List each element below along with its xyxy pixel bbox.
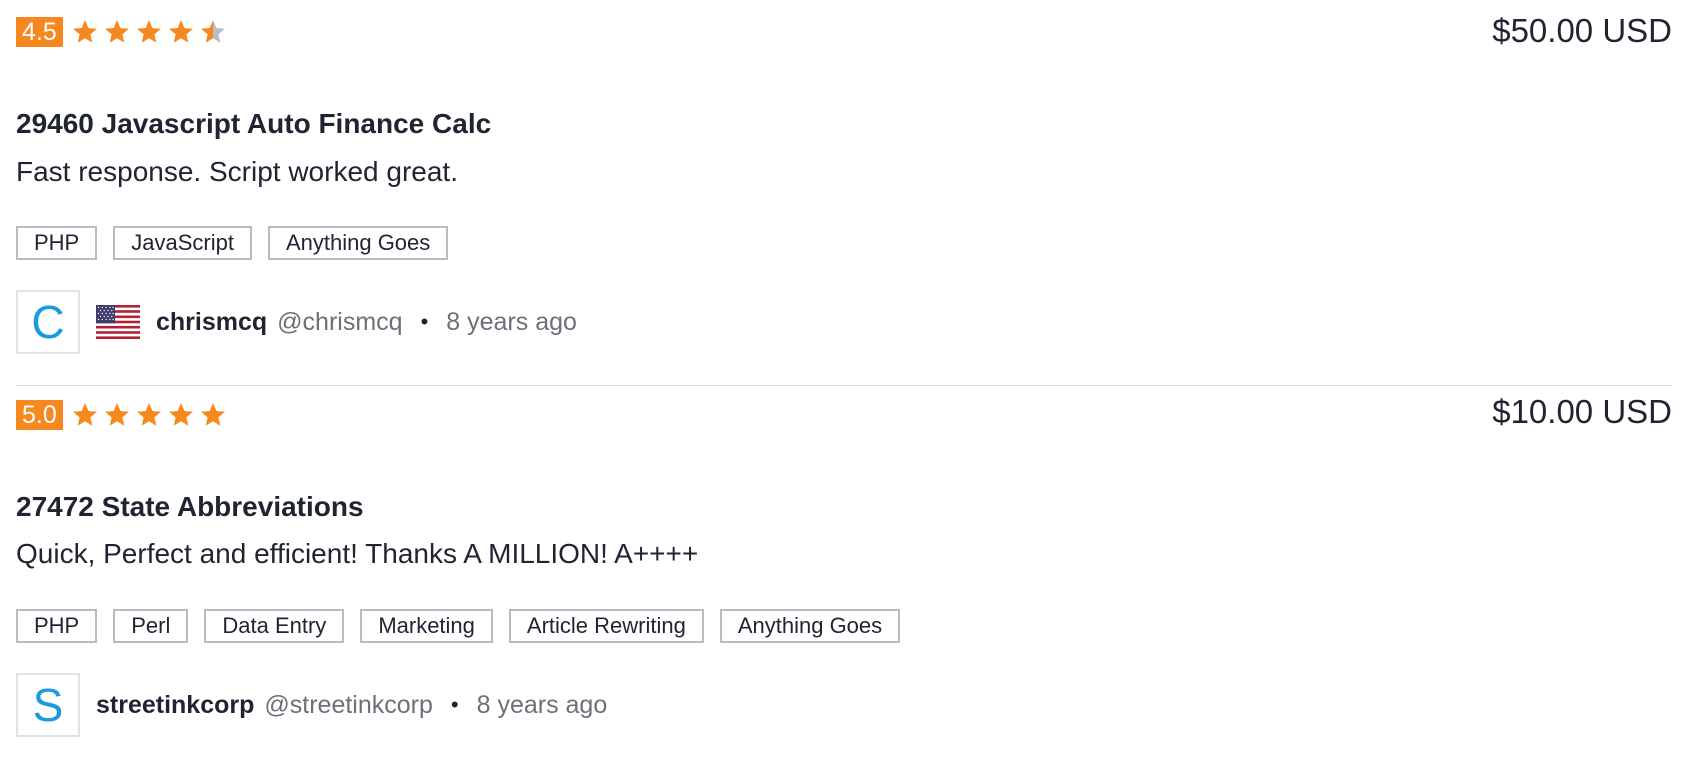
- reviewer-handle: @streetinkcorp: [264, 690, 433, 719]
- star-full-icon: [136, 403, 161, 426]
- review-item: 5.0 $10.00 USD 27472 State Abbreviations…: [16, 387, 1672, 772]
- separator-dot: •: [450, 692, 459, 717]
- avatar[interactable]: C: [16, 290, 80, 354]
- star-half-icon: [200, 20, 225, 43]
- project-title: 29460 Javascript Auto Finance Calc: [16, 108, 492, 139]
- review-price: $50.00 USD: [1492, 12, 1672, 49]
- star-full-icon: [168, 20, 193, 43]
- star-rating: [71, 401, 227, 429]
- reviewer-info: S streetinkcorp @streetinkcorp • 8 years…: [16, 673, 607, 737]
- skill-tags: PHP JavaScript Anything Goes: [16, 226, 449, 260]
- star-full-icon: [104, 20, 129, 43]
- skill-tag[interactable]: Article Rewriting: [508, 609, 704, 643]
- skill-tag[interactable]: JavaScript: [113, 226, 252, 260]
- star-full-icon: [200, 403, 225, 426]
- star-rating: [71, 18, 227, 46]
- skill-tag[interactable]: Anything Goes: [719, 609, 901, 643]
- review-time: 8 years ago: [446, 307, 577, 336]
- skill-tag[interactable]: Anything Goes: [267, 226, 449, 260]
- avatar[interactable]: S: [16, 673, 80, 737]
- review-item: 4.5 $50.00 USD 29460 Javascript Auto Fin…: [16, 0, 1672, 387]
- reviewer-handle: @chrismcq: [277, 307, 403, 336]
- reviewer-username[interactable]: chrismcq: [156, 308, 267, 337]
- divider: [16, 385, 1672, 386]
- skill-tag[interactable]: Perl: [113, 609, 189, 643]
- review-comment: Fast response. Script worked great.: [16, 156, 458, 187]
- rating-badge: 4.5: [16, 17, 63, 47]
- review-comment: Quick, Perfect and efficient! Thanks A M…: [16, 538, 699, 569]
- review-price: $10.00 USD: [1492, 393, 1672, 430]
- star-full-icon: [168, 403, 193, 426]
- skill-tag[interactable]: PHP: [16, 609, 98, 643]
- star-full-icon: [72, 403, 97, 426]
- skill-tag[interactable]: PHP: [16, 226, 98, 260]
- skill-tag[interactable]: Marketing: [360, 609, 493, 643]
- rating-row: 5.0: [16, 397, 227, 433]
- rating-row: 4.5: [16, 14, 227, 50]
- star-full-icon: [136, 20, 161, 43]
- reviewer-username[interactable]: streetinkcorp: [96, 691, 254, 720]
- project-title: 27472 State Abbreviations: [16, 491, 364, 522]
- review-time: 8 years ago: [476, 690, 608, 719]
- star-full-icon: [104, 403, 129, 426]
- rating-badge: 5.0: [16, 400, 63, 430]
- skill-tags: PHP Perl Data Entry Marketing Article Re…: [16, 609, 901, 643]
- separator-dot: •: [420, 309, 429, 334]
- star-full-icon: [72, 20, 97, 43]
- reviews-list: 4.5 $50.00 USD 29460 Javascript Auto Fin…: [0, 0, 1688, 772]
- reviewer-info: C chrismcq @chrismcq • 8 years ago: [16, 290, 577, 354]
- skill-tag[interactable]: Data Entry: [204, 609, 345, 643]
- us-flag-icon: [96, 305, 140, 339]
